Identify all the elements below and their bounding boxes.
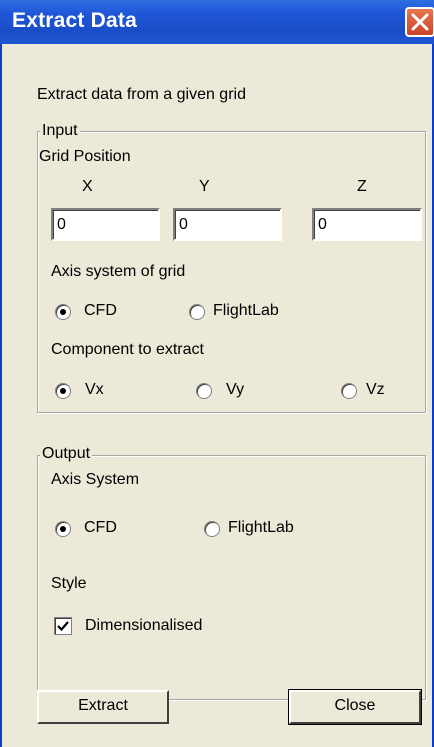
y-label: Y bbox=[199, 178, 210, 195]
dimensionalised-label: Dimensionalised bbox=[85, 617, 203, 634]
close-icon bbox=[411, 13, 429, 31]
component-vy-label: Vy bbox=[226, 381, 245, 398]
component-radio-vy[interactable]: Vy bbox=[196, 381, 266, 401]
radio-button[interactable] bbox=[55, 304, 71, 320]
dialog-body: Extract data from a given grid Input Gri… bbox=[0, 44, 434, 747]
x-field-box bbox=[51, 208, 160, 241]
axis-grid-radio-cfd[interactable]: CFD bbox=[55, 302, 145, 322]
radio-button[interactable] bbox=[204, 521, 220, 537]
axis-system-grid-label: Axis system of grid bbox=[51, 263, 186, 280]
axis-grid-radio-flightlab[interactable]: FlightLab bbox=[189, 302, 319, 322]
component-radio-vx[interactable]: Vx bbox=[55, 381, 125, 401]
grid-position-label: Grid Position bbox=[39, 148, 131, 165]
window-title: Extract Data bbox=[12, 9, 137, 32]
axis-grid-cfd-label: CFD bbox=[84, 302, 117, 319]
x-field[interactable] bbox=[53, 210, 158, 239]
dimensionalised-checkbox[interactable]: Dimensionalised bbox=[54, 617, 244, 637]
x-label: X bbox=[82, 178, 93, 195]
component-vx-label: Vx bbox=[85, 381, 104, 398]
component-radio-vz[interactable]: Vz bbox=[341, 381, 411, 401]
output-cfd-label: CFD bbox=[84, 519, 117, 536]
axis-grid-flightlab-label: FlightLab bbox=[213, 302, 279, 319]
input-legend: Input bbox=[40, 122, 80, 140]
radio-button[interactable] bbox=[189, 304, 205, 320]
style-label: Style bbox=[51, 575, 87, 592]
z-field[interactable] bbox=[314, 210, 420, 239]
checkbox-box[interactable] bbox=[54, 617, 72, 635]
radio-button[interactable] bbox=[55, 521, 71, 537]
title-bar: Extract Data bbox=[0, 0, 434, 44]
output-flightlab-label: FlightLab bbox=[228, 519, 294, 536]
checkmark-icon bbox=[57, 621, 69, 632]
output-group bbox=[37, 455, 426, 700]
close-window-button[interactable] bbox=[405, 7, 434, 37]
component-vz-label: Vz bbox=[366, 381, 385, 398]
output-axis-label: Axis System bbox=[51, 471, 140, 488]
radio-button[interactable] bbox=[55, 383, 71, 399]
z-field-box bbox=[312, 208, 422, 241]
extract-button[interactable]: Extract bbox=[37, 690, 169, 724]
output-legend: Output bbox=[40, 445, 93, 463]
dialog-description: Extract data from a given grid bbox=[37, 86, 246, 103]
component-label: Component to extract bbox=[51, 341, 204, 358]
radio-button[interactable] bbox=[196, 383, 212, 399]
y-field[interactable] bbox=[175, 210, 280, 239]
output-axis-radio-flightlab[interactable]: FlightLab bbox=[204, 519, 334, 539]
close-button[interactable]: Close bbox=[288, 689, 422, 725]
y-field-box bbox=[173, 208, 282, 241]
z-label: Z bbox=[357, 178, 367, 195]
radio-button[interactable] bbox=[341, 383, 357, 399]
output-axis-radio-cfd[interactable]: CFD bbox=[55, 519, 145, 539]
